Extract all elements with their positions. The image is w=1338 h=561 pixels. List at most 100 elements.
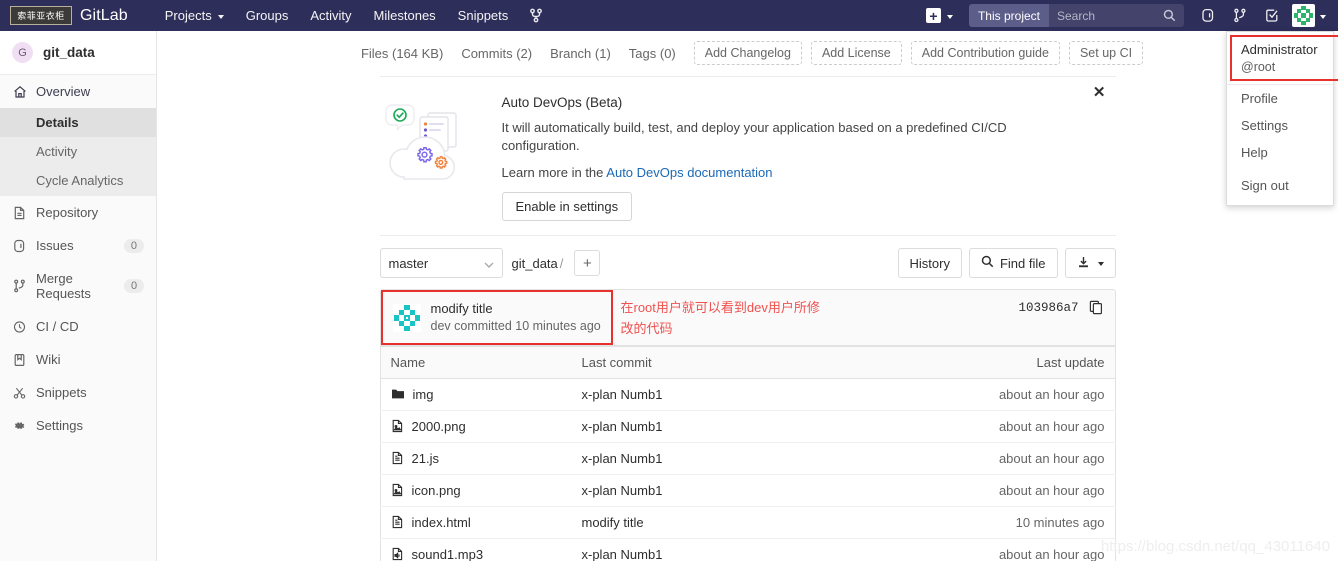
sidebar-item-settings-label: Settings — [36, 418, 83, 433]
search-scope-selector[interactable]: This project — [968, 4, 1049, 27]
commit-message[interactable]: modify title — [431, 300, 601, 318]
auto-devops-learn-more: Learn more in the Auto DevOps documentat… — [502, 165, 1086, 180]
column-header-name: Name — [379, 345, 572, 379]
add-to-tree-button[interactable]: + — [574, 250, 601, 277]
file-commit-link[interactable]: x-plan Numb1 — [582, 547, 663, 561]
history-button[interactable]: History — [897, 248, 962, 279]
table-row[interactable]: index.html modify title 10 minutes ago — [379, 506, 1116, 539]
find-file-button[interactable]: Find file — [968, 248, 1058, 279]
file-commit-link[interactable]: modify title — [582, 515, 644, 530]
branch-selector-label: master — [388, 255, 429, 271]
commit-sha[interactable]: 103986a7 — [1018, 301, 1078, 315]
auto-devops-description: It will automatically build, test, and d… — [501, 120, 1007, 154]
sidebar-overview-section: Overview Details Activity Cycle Analytic… — [0, 75, 156, 196]
file-link[interactable]: 21.js — [391, 451, 562, 466]
toolbar-actions: History Find file — [897, 248, 1116, 279]
nav-link-activity[interactable]: Activity — [299, 2, 362, 29]
file-link[interactable]: img — [391, 387, 562, 402]
search-icon[interactable] — [1161, 9, 1184, 22]
new-item-button[interactable]: + — [918, 4, 961, 27]
brand-logo[interactable]: 索菲亚衣柜 — [10, 6, 72, 25]
table-row[interactable]: img x-plan Numb1 about an hour ago — [379, 378, 1116, 411]
file-link[interactable]: index.html — [391, 515, 562, 530]
column-header-last-commit: Last commit — [571, 345, 902, 379]
nav-link-projects[interactable]: Projects — [154, 2, 235, 29]
download-button[interactable] — [1064, 248, 1116, 279]
sidebar-item-settings[interactable]: Settings — [0, 409, 156, 442]
dropdown-user-name: Administrator — [1241, 42, 1318, 57]
sidebar-item-issues[interactable]: Issues 0 — [0, 229, 156, 262]
sidebar-item-ci-cd[interactable]: CI / CD — [0, 310, 156, 343]
stat-branches[interactable]: Branch (1) — [541, 43, 620, 64]
sidebar-item-repository[interactable]: Repository — [0, 196, 156, 229]
column-header-last-update: Last update — [901, 345, 1116, 379]
stat-tags[interactable]: Tags (0) — [620, 43, 685, 64]
table-row[interactable]: icon.png x-plan Numb1 about an hour ago — [379, 474, 1116, 507]
branch-selector[interactable]: master — [379, 248, 503, 279]
dropdown-item-settings[interactable]: Settings — [1227, 112, 1333, 139]
sidebar-item-merge-requests[interactable]: Merge Requests 0 — [0, 262, 156, 310]
file-commit-link[interactable]: x-plan Numb1 — [582, 419, 663, 434]
enable-in-settings-button[interactable]: Enable in settings — [501, 192, 633, 222]
file-link[interactable]: 2000.png — [391, 419, 562, 434]
stat-commits[interactable]: Commits (2) — [452, 43, 541, 64]
sidebar-item-wiki-label: Wiki — [36, 352, 61, 367]
dropdown-item-help[interactable]: Help — [1227, 139, 1333, 166]
set-up-ci-button[interactable]: Set up CI — [1068, 41, 1144, 65]
sidebar-item-cycle-analytics[interactable]: Cycle Analytics — [0, 166, 156, 195]
copy-icon[interactable] — [1089, 300, 1103, 315]
file-name-cell: 2000.png — [379, 410, 572, 443]
file-name: 21.js — [411, 450, 439, 466]
issues-icon[interactable] — [1192, 4, 1224, 27]
file-commit-link[interactable]: x-plan Numb1 — [582, 483, 663, 498]
file-updated-cell: about an hour ago — [901, 442, 1116, 475]
nav-link-snippets[interactable]: Snippets — [447, 2, 520, 29]
gear-icon — [12, 419, 27, 433]
file-table-header-row: Name Last commit Last update — [379, 345, 1116, 379]
chevron-down-icon — [484, 256, 494, 271]
file-link[interactable]: icon.png — [391, 483, 562, 498]
dropdown-item-profile[interactable]: Profile — [1227, 85, 1333, 112]
history-button-label: History — [909, 255, 950, 271]
table-row[interactable]: sound1.mp3 x-plan Numb1 about an hour ag… — [379, 538, 1116, 561]
stat-files[interactable]: Files (164 KB) — [352, 43, 452, 64]
table-row[interactable]: 21.js x-plan Numb1 about an hour ago — [379, 442, 1116, 475]
table-row[interactable]: 2000.png x-plan Numb1 about an hour ago — [379, 410, 1116, 443]
sidebar-item-details[interactable]: Details — [0, 108, 156, 137]
add-contribution-guide-button[interactable]: Add Contribution guide — [910, 41, 1060, 65]
brand-name[interactable]: GitLab — [80, 7, 128, 25]
auto-devops-callout: Auto DevOps (Beta) It will automatically… — [379, 77, 1116, 237]
add-license-button[interactable]: Add License — [810, 41, 902, 65]
main-content: Files (164 KB) Commits (2) Branch (1) Ta… — [157, 31, 1338, 561]
file-commit-cell: x-plan Numb1 — [571, 474, 902, 507]
sidebar-item-overview[interactable]: Overview — [0, 75, 156, 108]
merge-requests-icon[interactable] — [1224, 4, 1256, 27]
sidebar-item-activity[interactable]: Activity — [0, 137, 156, 166]
file-link[interactable]: sound1.mp3 — [391, 547, 562, 561]
file-table-head: Name Last commit Last update — [379, 345, 1116, 379]
learn-more-prefix: Learn more in the — [501, 165, 607, 181]
breadcrumb-root[interactable]: git_data — [512, 256, 558, 271]
add-changelog-button[interactable]: Add Changelog — [693, 41, 802, 65]
search-bar: This project — [968, 4, 1184, 27]
file-table: Name Last commit Last update img x-plan … — [379, 345, 1116, 561]
file-updated-cell: about an hour ago — [901, 474, 1116, 507]
todos-icon[interactable] — [1256, 4, 1288, 27]
auto-devops-documentation-link[interactable]: Auto DevOps documentation — [606, 165, 772, 180]
close-icon[interactable]: ✕ — [1093, 85, 1106, 100]
search-input[interactable] — [1049, 4, 1161, 27]
nav-link-milestones[interactable]: Milestones — [363, 2, 447, 29]
image-file-icon — [392, 484, 402, 497]
file-commit-link[interactable]: x-plan Numb1 — [582, 451, 663, 466]
nav-link-groups[interactable]: Groups — [235, 2, 300, 29]
sidebar-project-header[interactable]: G git_data — [0, 31, 156, 75]
file-commit-link[interactable]: x-plan Numb1 — [582, 387, 663, 402]
sidebar-item-snippets[interactable]: Snippets — [0, 376, 156, 409]
sidebar-item-wiki[interactable]: Wiki — [0, 343, 156, 376]
dropdown-user-header[interactable]: Administrator @root — [1227, 32, 1333, 86]
dropdown-item-signout[interactable]: Sign out — [1227, 172, 1333, 199]
sidebar-item-snippets-label: Snippets — [36, 385, 87, 400]
fork-icon[interactable] — [529, 8, 543, 23]
user-menu-button[interactable] — [1288, 2, 1332, 29]
file-commit-cell: modify title — [571, 506, 902, 539]
